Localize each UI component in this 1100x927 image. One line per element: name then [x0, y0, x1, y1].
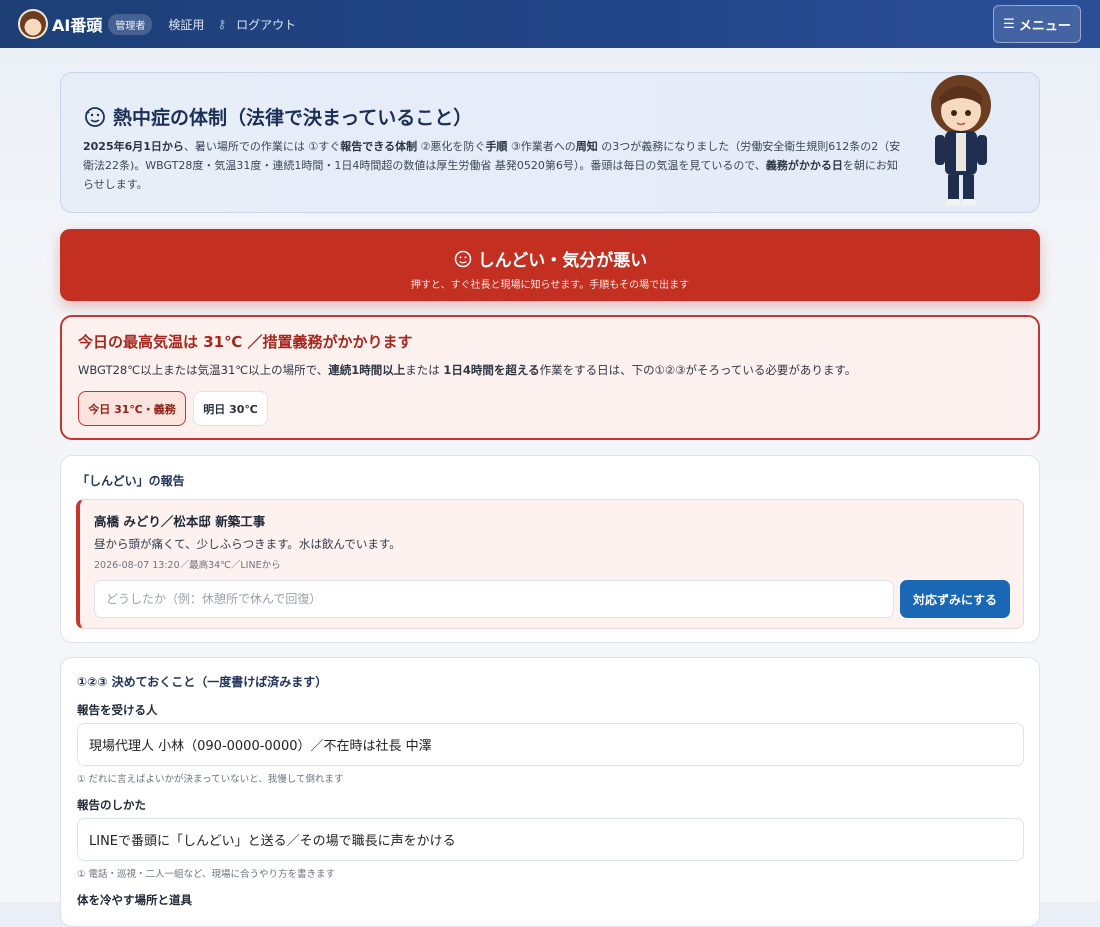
- warning-body: WBGT28℃以上または気温31℃以上の場所で、連続1時間以上または 1日4時間…: [78, 362, 856, 378]
- tomorrow-temp-pill[interactable]: 明日 30℃: [193, 391, 268, 426]
- role-badge: 管理者: [108, 13, 153, 35]
- field-label-receiver: 報告を受ける人: [77, 703, 158, 717]
- intro-title-row: 熱中症の体制（法律で決まっていること）: [83, 103, 472, 130]
- report-receiver-field[interactable]: [77, 723, 1024, 766]
- face-hot-icon: [85, 106, 105, 127]
- intro-title: 熱中症の体制（法律で決まっていること）: [113, 107, 473, 129]
- field-hint-receiver: ① だれに言えばよいかが決まっていないと、我慢して倒れます: [77, 774, 344, 785]
- intro-emph-report: 報告できる体制: [340, 140, 418, 153]
- warning-title: 今日の最高気温は 31℃ ／措置義務がかかります: [78, 333, 413, 351]
- heat-policy-intro-card: 熱中症の体制（法律で決まっていること） 2025年6月1日から、暑い場所での作業…: [60, 72, 1040, 213]
- menu-button[interactable]: ☰ メニュー: [993, 5, 1081, 43]
- warning-text-3: 作業をする日は、下の①②③がそろっている必要があります。: [539, 363, 857, 377]
- intro-body: 2025年6月1日から、暑い場所での作業には ①すぐ報告できる体制 ②悪化を防ぐ…: [83, 137, 903, 194]
- heat-duty-warning-card: 今日の最高気温は 31℃ ／措置義務がかかります WBGT28℃以上または気温3…: [60, 315, 1040, 440]
- field-label-method: 報告のしかた: [77, 798, 146, 812]
- report-message: 昼から頭が痛くて、少しふらつきます。水は飲んでいます。: [94, 537, 401, 551]
- brand-avatar: [18, 9, 48, 39]
- mascot-character-illustration: [931, 75, 991, 206]
- report-item: 高橋 みどり／松本邸 新築工事 昼から頭が痛くて、少しふらつきます。水は飲んでい…: [76, 499, 1024, 629]
- warning-emph-1h: 連続1時間以上: [328, 363, 406, 377]
- reporter-name: 高橋 みどり／松本邸 新築工事: [94, 514, 266, 529]
- intro-emph-procedure: 手順: [485, 140, 508, 153]
- top-navbar: AI番頭 管理者 検証用 ⚷ ログアウト ☰ メニュー: [0, 0, 1100, 48]
- intro-text-2: ②悪化を防ぐ: [417, 140, 486, 153]
- warning-text-1: WBGT28℃以上または気温31℃以上の場所で、: [78, 363, 329, 377]
- nav-verify-link[interactable]: 検証用: [168, 16, 204, 33]
- resolution-input[interactable]: [94, 580, 894, 618]
- heat-plan-settings-card: ①②③ 決めておくこと（一度書けば済みます） 報告を受ける人 ① だれに言えばよ…: [60, 657, 1040, 927]
- intro-emph-duty-day: 義務がかかる日: [765, 159, 843, 172]
- mark-resolved-button[interactable]: 対応ずみにする: [900, 580, 1010, 618]
- field-label-cooling: 体を冷やす場所と道具: [77, 893, 192, 907]
- nav-logout-link[interactable]: ログアウト: [236, 16, 296, 33]
- menu-label: メニュー: [1018, 18, 1071, 34]
- face-hot-icon: [454, 250, 471, 267]
- warning-text-2: または: [405, 363, 444, 377]
- intro-text-1: 、暑い場所での作業には ①すぐ: [183, 140, 341, 153]
- report-section-title: 「しんどい」の報告: [77, 474, 185, 488]
- feeling-sick-alert-button[interactable]: しんどい・気分が悪い 押すと、すぐ社長と現場に知らせます。手順もその場で出ます: [60, 229, 1040, 301]
- sos-title: しんどい・気分が悪い: [477, 251, 648, 271]
- intro-emph-notice: 周知: [575, 140, 598, 153]
- sos-title-row: しんどい・気分が悪い: [60, 246, 1040, 271]
- key-icon: ⚷: [217, 17, 227, 31]
- intro-date: 2025年6月1日から: [83, 140, 184, 153]
- field-hint-method: ① 電話・巡視・二人一組など、現場に合うやり方を書きます: [77, 869, 336, 880]
- warning-emph-4h: 1日4時間を超える: [443, 363, 540, 377]
- report-method-field[interactable]: [77, 818, 1024, 861]
- sos-subtitle: 押すと、すぐ社長と現場に知らせます。手順もその場で出ます: [410, 280, 690, 291]
- report-meta: 2026-08-07 13:20／最高34℃／LINEから: [94, 560, 281, 571]
- today-temp-pill[interactable]: 今日 31℃・義務: [78, 391, 186, 426]
- sick-report-card: 「しんどい」の報告 高橋 みどり／松本邸 新築工事 昼から頭が痛くて、少しふらつ…: [60, 455, 1040, 643]
- settings-section-title: ①②③ 決めておくこと（一度書けば済みます）: [77, 675, 328, 689]
- brand-name[interactable]: AI番頭: [52, 12, 102, 36]
- intro-text-3: ③作業者への: [507, 140, 576, 153]
- hamburger-icon: ☰: [1003, 16, 1015, 32]
